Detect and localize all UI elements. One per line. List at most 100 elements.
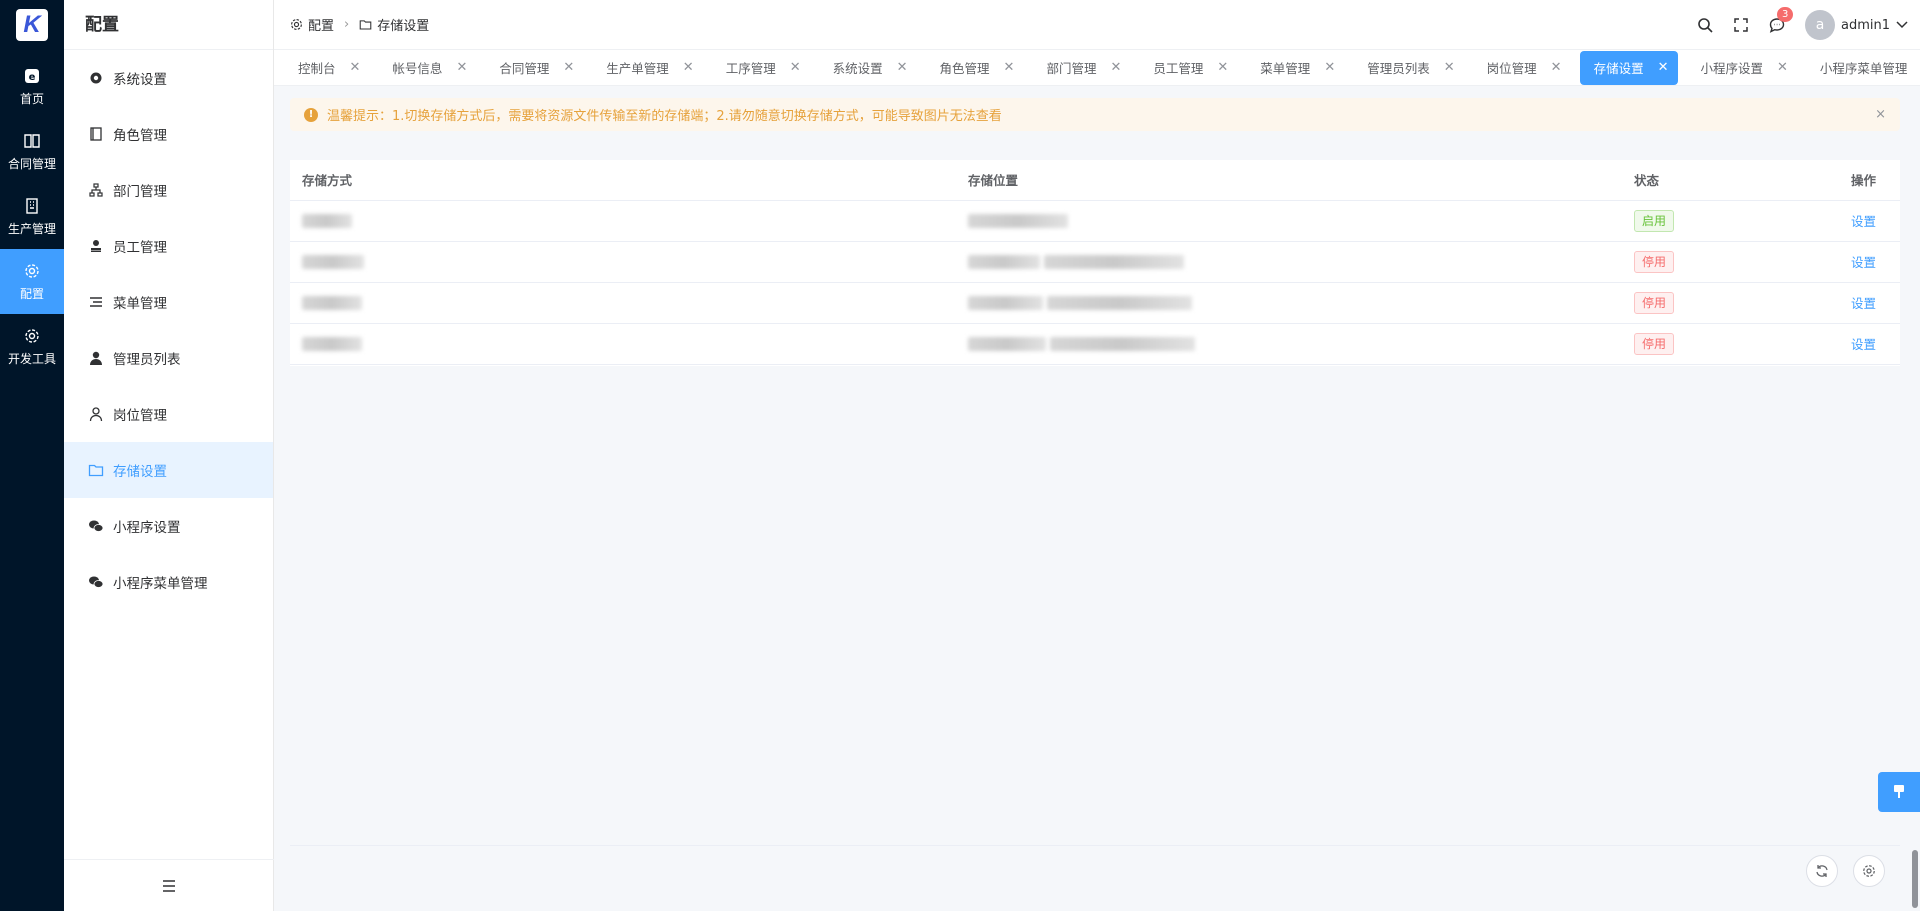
tab-storage-settings[interactable]: 存储设置 ✕ bbox=[1579, 50, 1679, 85]
sidebar-item-roles[interactable]: 角色管理 bbox=[64, 106, 273, 162]
settings-link[interactable]: 设置 bbox=[1851, 337, 1876, 352]
redacted-text bbox=[968, 337, 1046, 352]
user-filled-icon bbox=[90, 351, 102, 365]
refresh-button[interactable] bbox=[1806, 855, 1838, 887]
redacted-text bbox=[302, 255, 364, 270]
breadcrumb: 配置 › 存储设置 bbox=[274, 15, 429, 34]
user-menu[interactable]: a admin1 bbox=[1804, 10, 1908, 40]
close-icon[interactable]: ✕ bbox=[1658, 60, 1669, 75]
redacted-text bbox=[1049, 337, 1195, 352]
status-badge: 停用 bbox=[1634, 291, 1675, 314]
sidebar-item-miniprogram-menu[interactable]: 小程序菜单管理 bbox=[64, 554, 273, 610]
close-icon[interactable]: ✕ bbox=[1444, 60, 1455, 75]
actions-cell: 设置 bbox=[1782, 282, 1900, 324]
sidebar-item-departments[interactable]: 部门管理 bbox=[64, 162, 273, 218]
close-icon[interactable]: ✕ bbox=[1324, 60, 1335, 75]
sidebar-item-storage[interactable]: 存储设置 bbox=[64, 442, 273, 498]
tab-contracts[interactable]: 合同管理 ✕ bbox=[485, 51, 584, 85]
rail-item-config[interactable]: 配置 bbox=[0, 249, 64, 314]
rail-item-home[interactable]: e 首页 bbox=[0, 54, 64, 119]
tab-system-settings[interactable]: 系统设置 ✕ bbox=[819, 51, 918, 85]
close-icon[interactable]: ✕ bbox=[1551, 60, 1562, 75]
tab-dashboard[interactable]: 控制台 ✕ bbox=[284, 51, 370, 85]
close-icon[interactable]: × bbox=[1875, 107, 1886, 122]
table-row: 停用 设置 bbox=[290, 323, 1900, 365]
sidebar-item-label: 小程序设置 bbox=[113, 520, 181, 536]
tab-label: 工序管理 bbox=[725, 61, 776, 76]
fullscreen-button[interactable] bbox=[1723, 0, 1759, 50]
sidebar-item-miniprogram[interactable]: 小程序设置 bbox=[64, 498, 273, 554]
scrollbar[interactable] bbox=[1912, 850, 1918, 908]
close-icon[interactable]: ✕ bbox=[456, 60, 467, 75]
tab-label: 管理员列表 bbox=[1367, 61, 1430, 76]
table-row: 停用 设置 bbox=[290, 241, 1900, 283]
tab-label: 角色管理 bbox=[939, 61, 990, 76]
storage-type-cell bbox=[290, 200, 956, 242]
close-icon[interactable]: ✕ bbox=[350, 60, 361, 75]
storage-table: 存储方式 存储位置 状态 操作 启用 设置 停用 设置 停用 设置 停用 设置 bbox=[290, 160, 1900, 365]
settings-link[interactable]: 设置 bbox=[1851, 296, 1876, 311]
actions-cell: 设置 bbox=[1782, 323, 1900, 365]
search-icon bbox=[1698, 18, 1713, 33]
notifications-button[interactable]: 3 bbox=[1759, 0, 1795, 50]
tab-miniprogram-menu[interactable]: 小程序菜单管理✕ bbox=[1806, 51, 1920, 85]
close-icon[interactable]: ✕ bbox=[563, 60, 574, 75]
avatar: a bbox=[1804, 10, 1835, 40]
settings-button[interactable] bbox=[1853, 855, 1885, 887]
tab-roles[interactable]: 角色管理 ✕ bbox=[926, 51, 1025, 85]
wechat-icon bbox=[89, 520, 104, 532]
actions-cell: 设置 bbox=[1782, 200, 1900, 242]
tab-miniprogram-settings[interactable]: 小程序设置 ✕ bbox=[1686, 51, 1797, 85]
column-header-storage-location: 存储位置 bbox=[956, 160, 1622, 201]
tab-menus[interactable]: 菜单管理 ✕ bbox=[1246, 51, 1345, 85]
tab-account-info[interactable]: 帐号信息 ✕ bbox=[378, 51, 477, 85]
close-icon[interactable]: ✕ bbox=[683, 60, 694, 75]
rail-item-devtools[interactable]: 开发工具 bbox=[0, 314, 64, 379]
settings-link[interactable]: 设置 bbox=[1851, 214, 1876, 229]
tab-admins[interactable]: 管理员列表 ✕ bbox=[1353, 51, 1464, 85]
status-badge: 停用 bbox=[1634, 250, 1675, 273]
sidebar-item-menus[interactable]: 菜单管理 bbox=[64, 274, 273, 330]
wechat-icon bbox=[89, 576, 104, 588]
storage-location-cell bbox=[956, 241, 1622, 283]
gear-icon bbox=[90, 72, 102, 84]
storage-type-cell bbox=[290, 323, 956, 365]
rail-item-production[interactable]: 生产管理 bbox=[0, 184, 64, 249]
book-icon bbox=[24, 133, 40, 148]
search-button[interactable] bbox=[1687, 0, 1723, 50]
sidebar-item-admins[interactable]: 管理员列表 bbox=[64, 330, 273, 386]
warning-alert: ! 温馨提示：1.切换存储方式后，需要将资源文件传输至新的存储端；2.请勿随意切… bbox=[290, 98, 1900, 131]
tab-departments[interactable]: 部门管理 ✕ bbox=[1032, 51, 1131, 85]
breadcrumb-label: 存储设置 bbox=[377, 19, 430, 34]
sidebar-item-label: 角色管理 bbox=[113, 128, 167, 144]
table-header-row: 存储方式 存储位置 状态 操作 bbox=[290, 160, 1900, 201]
sidebar-collapse-button[interactable] bbox=[64, 859, 274, 911]
tab-positions[interactable]: 岗位管理 ✕ bbox=[1473, 51, 1572, 85]
logo-letter: K bbox=[23, 11, 41, 38]
tab-processes[interactable]: 工序管理 ✕ bbox=[712, 51, 811, 85]
sidebar-item-system-settings[interactable]: 系统设置 bbox=[64, 50, 273, 106]
sidebar-item-positions[interactable]: 岗位管理 bbox=[64, 386, 273, 442]
tab-production-orders[interactable]: 生产单管理 ✕ bbox=[592, 51, 703, 85]
settings-link[interactable]: 设置 bbox=[1851, 255, 1876, 270]
sidebar-item-employees[interactable]: 员工管理 bbox=[64, 218, 273, 274]
stamp-icon bbox=[91, 240, 101, 252]
close-icon[interactable]: ✕ bbox=[897, 60, 908, 75]
close-icon[interactable]: ✕ bbox=[1110, 60, 1121, 75]
app-logo[interactable]: K bbox=[16, 9, 48, 41]
tab-employees[interactable]: 员工管理 ✕ bbox=[1139, 51, 1238, 85]
close-icon[interactable]: ✕ bbox=[1004, 60, 1015, 75]
tabs-bar: 控制台 ✕ 帐号信息 ✕ 合同管理 ✕ 生产单管理 ✕ 工序管理 ✕ 系统设置 ✕ 角色管理… bbox=[274, 50, 1920, 86]
redacted-text bbox=[302, 214, 352, 229]
table-row: 停用 设置 bbox=[290, 282, 1900, 324]
close-icon[interactable]: ✕ bbox=[1777, 60, 1788, 75]
rail-item-contract[interactable]: 合同管理 bbox=[0, 119, 64, 184]
theme-brush-button[interactable] bbox=[1878, 772, 1920, 812]
notebook-icon bbox=[90, 127, 102, 141]
breadcrumb-item[interactable]: 配置 bbox=[290, 15, 334, 34]
close-icon[interactable]: ✕ bbox=[1217, 60, 1228, 75]
folder-icon bbox=[359, 20, 372, 30]
sidebar-item-label: 存储设置 bbox=[113, 464, 167, 480]
close-icon[interactable]: ✕ bbox=[790, 60, 801, 75]
home-icon: e bbox=[25, 68, 39, 83]
